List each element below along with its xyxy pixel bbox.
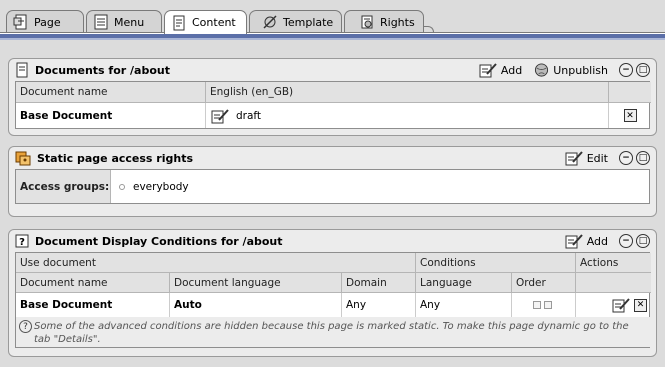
delete-icon[interactable]: ✕ — [623, 109, 637, 122]
row-domain: Any — [342, 293, 416, 317]
order-down-checkbox[interactable] — [543, 301, 552, 309]
tab-page[interactable]: Page — [6, 10, 84, 33]
tab-content[interactable]: Content — [164, 10, 247, 34]
info-icon: ? — [19, 320, 32, 333]
access-group-everybody: everybody — [133, 180, 189, 193]
template-icon — [263, 15, 277, 29]
help-icon: ? — [15, 234, 29, 248]
tab-template-label: Template — [283, 15, 334, 29]
globe-icon — [535, 63, 549, 77]
add-document-button[interactable]: Add — [479, 62, 522, 78]
row-docname: Base Document — [16, 293, 170, 317]
tab-menu-label: Menu — [114, 15, 145, 29]
page-icon — [13, 14, 27, 30]
order-up-checkbox[interactable] — [532, 301, 541, 309]
conditions-table: Use document Conditions Actions Document… — [15, 252, 651, 348]
access-groups-label: Access groups: — [16, 170, 111, 203]
tab-bar: Page Menu Content Template Rights — [0, 0, 665, 34]
access-panel-title: Static page access rights — [37, 151, 193, 165]
col-language: English (en_GB) — [206, 82, 609, 103]
tab-page-label: Page — [34, 15, 61, 29]
conditions-window-controls: − □ — [616, 234, 650, 248]
document-delete-cell: ✕ — [609, 103, 651, 128]
documents-window-controls: − □ — [616, 63, 650, 77]
edit-access-button[interactable]: Edit — [565, 150, 608, 166]
content-icon — [173, 15, 185, 30]
document-icon — [16, 62, 28, 78]
col-doclang: Document language — [170, 273, 342, 293]
tab-template[interactable]: Template — [249, 10, 342, 33]
edit-add-icon — [479, 63, 497, 78]
accent-bar-light — [0, 38, 665, 40]
maximize-icon[interactable]: □ — [636, 151, 650, 165]
documents-panel-title: Documents for /about — [35, 63, 170, 77]
collapse-icon[interactable]: − — [619, 63, 633, 77]
col-document-name: Document name — [16, 82, 206, 103]
add-document-label: Add — [500, 63, 523, 77]
tab-rights-label: Rights — [380, 15, 415, 29]
svg-text:?: ? — [19, 237, 25, 248]
documents-panel: Documents for /about Add Unpublish − □ D… — [8, 58, 657, 136]
row-language: Any — [416, 293, 512, 317]
edit-icon — [211, 108, 229, 123]
row-doclang: Auto — [170, 293, 342, 317]
col-domain: Domain — [342, 273, 416, 293]
access-groups-value: everybody — [111, 170, 651, 203]
access-panel-header: Static page access rights Edit − □ — [9, 147, 656, 169]
maximize-icon[interactable]: □ — [636, 234, 650, 248]
collapse-icon[interactable]: − — [619, 234, 633, 248]
access-panel: Static page access rights Edit − □ Acces… — [8, 146, 657, 217]
group-use-document: Use document — [16, 253, 416, 273]
document-row-status[interactable]: draft — [206, 103, 609, 128]
documents-table: Document name English (en_GB) Base Docum… — [15, 81, 651, 129]
conditions-panel-header: ? Document Display Conditions for /about… — [9, 230, 656, 252]
col-blank — [609, 82, 651, 103]
maximize-icon[interactable]: □ — [636, 63, 650, 77]
group-actions: Actions — [576, 253, 651, 273]
edit-icon — [565, 151, 583, 166]
tab-content-label: Content — [192, 16, 236, 29]
unpublish-button[interactable]: Unpublish — [534, 62, 608, 78]
conditions-note-area: ? Some of the advanced conditions are hi… — [16, 317, 651, 347]
document-status-text: draft — [236, 109, 262, 122]
document-row-name: Base Document — [16, 103, 206, 128]
row-order — [512, 293, 576, 317]
lock-icon — [15, 151, 31, 166]
edit-icon[interactable] — [611, 297, 631, 313]
edit-add-icon — [565, 234, 583, 249]
add-condition-button[interactable]: Add — [565, 233, 608, 249]
access-window-controls: − □ — [616, 151, 650, 165]
tab-rights[interactable]: Rights — [344, 10, 424, 33]
rights-icon — [361, 15, 373, 29]
row-actions: ✕ — [576, 293, 651, 317]
unpublish-label: Unpublish — [553, 63, 608, 77]
access-table: Access groups: everybody — [15, 169, 650, 204]
bullet-icon — [119, 183, 125, 190]
conditions-note: Some of the advanced conditions are hidd… — [34, 321, 629, 345]
col-language: Language — [416, 273, 512, 293]
tab-menu[interactable]: Menu — [86, 10, 162, 33]
col-order: Order — [512, 273, 576, 293]
menu-icon — [94, 14, 108, 30]
add-condition-label: Add — [586, 234, 608, 248]
collapse-icon[interactable]: − — [619, 151, 633, 165]
documents-panel-header: Documents for /about Add Unpublish − □ — [9, 59, 656, 81]
edit-access-label: Edit — [586, 151, 608, 165]
col-docname: Document name — [16, 273, 170, 293]
col-actions-blank — [576, 273, 651, 293]
conditions-panel-title: Document Display Conditions for /about — [35, 234, 283, 248]
delete-icon[interactable]: ✕ — [634, 298, 647, 312]
group-conditions: Conditions — [416, 253, 576, 273]
conditions-panel: ? Document Display Conditions for /about… — [8, 229, 657, 357]
